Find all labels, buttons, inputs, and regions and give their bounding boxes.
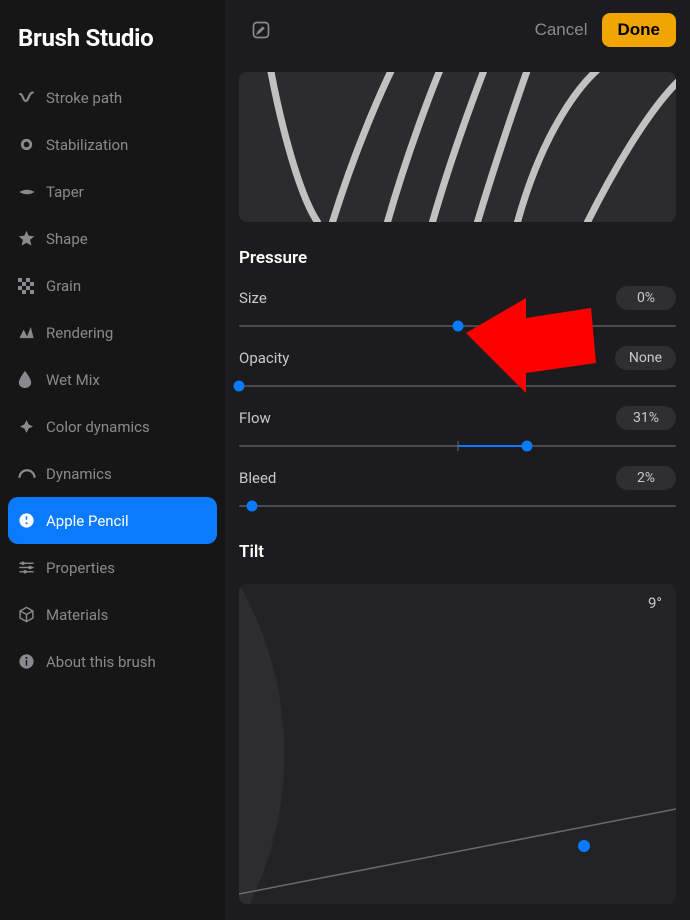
sidebar: Brush Studio Stroke path Stabilization T…	[0, 0, 225, 920]
apple-pencil-icon	[18, 512, 46, 529]
bleed-slider[interactable]	[239, 496, 676, 516]
opacity-slider[interactable]	[239, 376, 676, 396]
taper-icon	[18, 187, 46, 197]
sidebar-item-rendering[interactable]: Rendering	[8, 309, 217, 356]
flow-value[interactable]: 31%	[616, 406, 676, 430]
sidebar-item-label: Properties	[46, 559, 115, 577]
properties-icon	[18, 560, 46, 575]
sidebar-item-apple-pencil[interactable]: Apple Pencil	[8, 497, 217, 544]
edit-brush-button[interactable]	[247, 16, 275, 44]
dynamics-icon	[18, 468, 46, 480]
sidebar-item-label: About this brush	[46, 653, 156, 671]
flow-slider[interactable]	[239, 436, 676, 456]
done-button[interactable]: Done	[602, 13, 677, 47]
flow-setting: Flow 31%	[225, 396, 690, 456]
tilt-panel[interactable]: 9°	[239, 584, 676, 904]
about-icon	[18, 653, 46, 670]
bleed-setting: Bleed 2%	[225, 456, 690, 516]
sidebar-item-label: Dynamics	[46, 465, 112, 483]
sidebar-item-label: Stabilization	[46, 136, 128, 154]
materials-icon	[18, 606, 46, 623]
sidebar-item-stroke-path[interactable]: Stroke path	[8, 74, 217, 121]
sidebar-item-about[interactable]: About this brush	[8, 638, 217, 685]
brush-preview[interactable]	[239, 72, 676, 222]
flow-label: Flow	[239, 409, 271, 427]
tilt-value: 9°	[648, 594, 662, 612]
color-dynamics-icon	[18, 418, 46, 435]
sidebar-item-label: Grain	[46, 277, 81, 295]
sidebar-item-color-dynamics[interactable]: Color dynamics	[8, 403, 217, 450]
sidebar-item-label: Materials	[46, 606, 108, 624]
stroke-path-icon	[18, 89, 46, 106]
main-panel: Cancel Done Pressure Size 0%	[225, 0, 690, 920]
sidebar-item-grain[interactable]: Grain	[8, 262, 217, 309]
size-slider[interactable]	[239, 316, 676, 336]
sidebar-item-label: Apple Pencil	[46, 512, 129, 530]
size-label: Size	[239, 289, 267, 307]
sidebar-item-materials[interactable]: Materials	[8, 591, 217, 638]
sidebar-item-label: Rendering	[46, 324, 113, 342]
grain-icon	[18, 278, 46, 294]
bleed-value[interactable]: 2%	[616, 466, 676, 490]
tilt-section-title: Tilt	[225, 516, 690, 570]
cancel-button[interactable]: Cancel	[521, 14, 602, 46]
sidebar-item-stabilization[interactable]: Stabilization	[8, 121, 217, 168]
opacity-value[interactable]: None	[615, 346, 676, 370]
app-title: Brush Studio	[8, 18, 217, 74]
header: Cancel Done	[225, 0, 690, 60]
sidebar-item-shape[interactable]: Shape	[8, 215, 217, 262]
opacity-setting: Opacity None	[225, 336, 690, 396]
sidebar-item-wet-mix[interactable]: Wet Mix	[8, 356, 217, 403]
bleed-label: Bleed	[239, 469, 276, 487]
stabilization-icon	[18, 136, 46, 153]
sidebar-item-label: Stroke path	[46, 89, 122, 107]
rendering-icon	[18, 324, 46, 341]
shape-icon	[18, 230, 46, 247]
pressure-section-title: Pressure	[225, 222, 690, 276]
sidebar-item-label: Color dynamics	[46, 418, 150, 436]
size-value[interactable]: 0%	[616, 286, 676, 310]
opacity-label: Opacity	[239, 349, 289, 367]
sidebar-item-label: Wet Mix	[46, 371, 100, 389]
tilt-knob[interactable]	[578, 840, 590, 852]
size-setting: Size 0%	[225, 276, 690, 336]
sidebar-item-label: Taper	[46, 183, 84, 201]
sidebar-item-taper[interactable]: Taper	[8, 168, 217, 215]
sidebar-item-properties[interactable]: Properties	[8, 544, 217, 591]
sidebar-item-dynamics[interactable]: Dynamics	[8, 450, 217, 497]
sidebar-item-label: Shape	[46, 230, 88, 248]
wet-mix-icon	[18, 371, 46, 388]
